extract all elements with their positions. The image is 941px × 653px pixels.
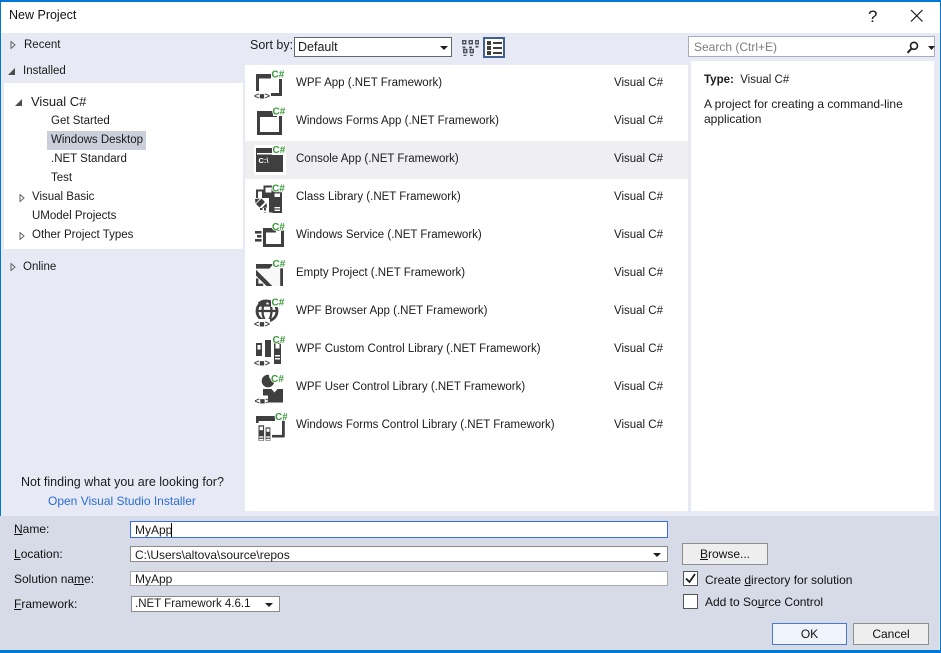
svg-text:<■>: <■> [254,319,270,329]
svg-text:C:\: C:\ [259,156,270,165]
svg-text:C#: C# [273,259,286,270]
svg-text:C#: C# [272,298,285,309]
svg-text:<■>: <■> [254,91,270,101]
svg-text:C#: C# [273,107,286,118]
svg-text:C#: C# [272,222,285,233]
svg-text:C#: C# [273,335,286,346]
svg-text:C#: C# [272,70,285,81]
svg-text:<■>: <■> [254,358,270,367]
svg-text:<■>: <■> [255,396,271,405]
svg-text:C#: C# [273,145,286,156]
svg-text:C#: C# [272,184,285,195]
svg-text:C#: C# [275,412,287,423]
svg-text:C#: C# [271,374,284,385]
